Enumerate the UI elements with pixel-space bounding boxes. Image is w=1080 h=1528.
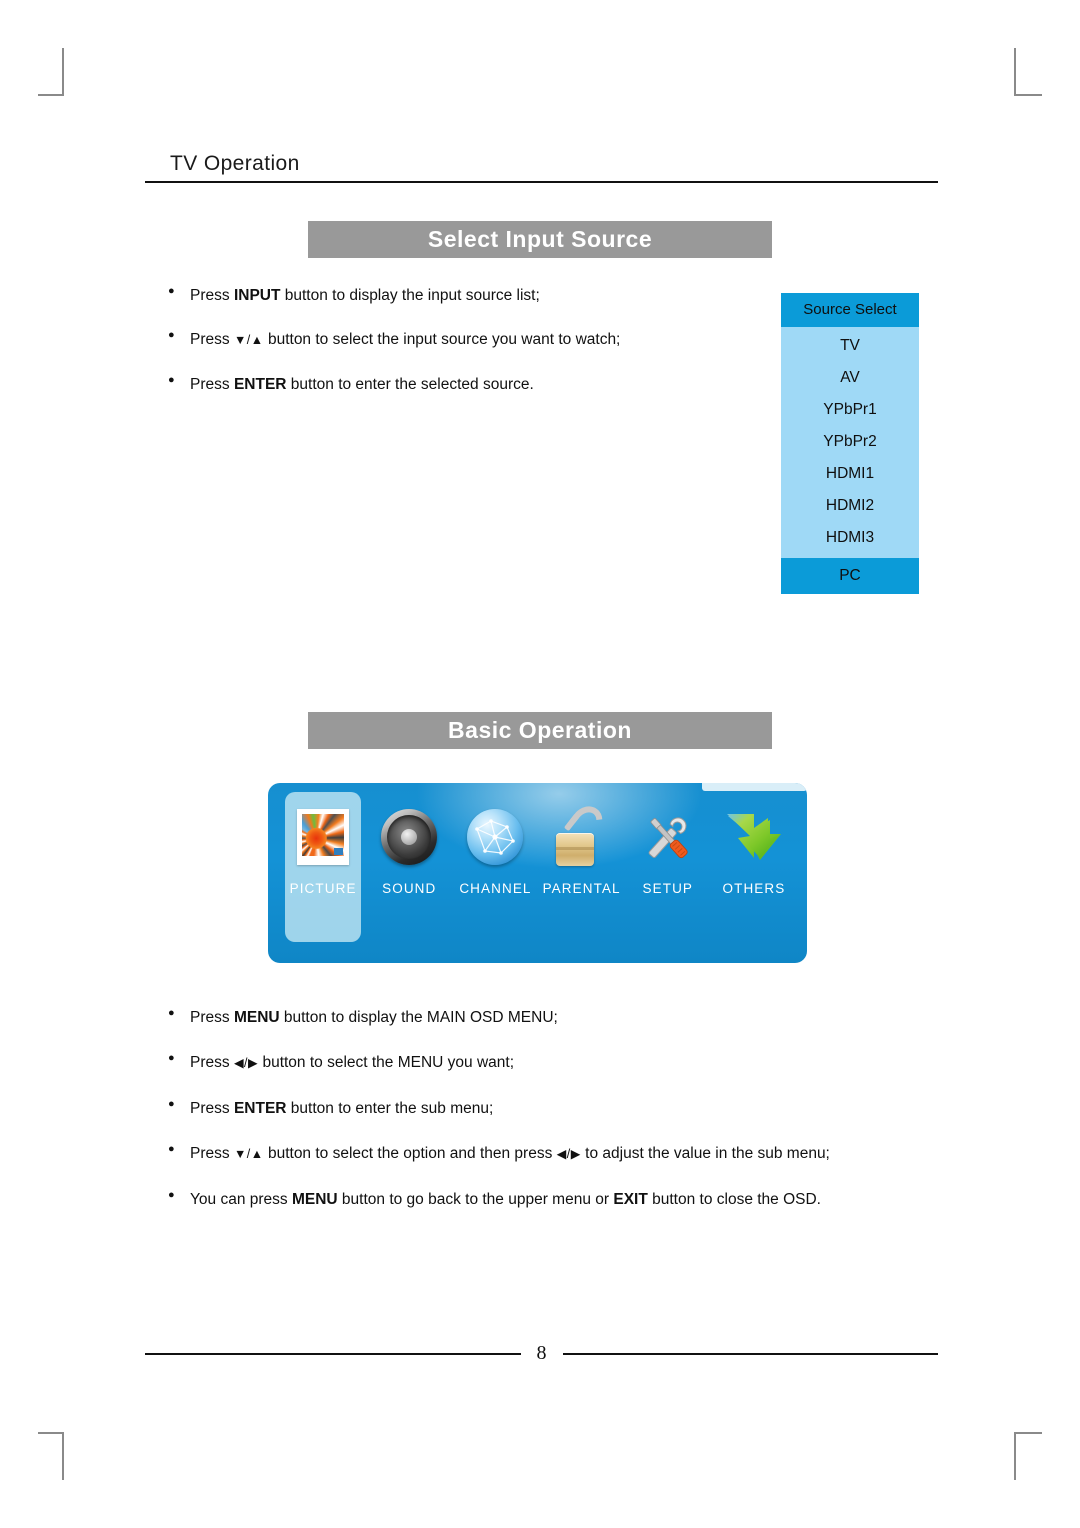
body-text: button to enter the selected source.: [286, 375, 534, 393]
green-arrow-icon: [723, 803, 785, 871]
arrow-glyph: ▼/▲: [233, 333, 264, 348]
osd-menu-item-parental[interactable]: PARENTAL: [539, 795, 625, 896]
emphasis-text: ENTER: [233, 1099, 287, 1117]
osd-menu-item-label: SETUP: [642, 881, 694, 896]
section-bar-select-input-source: Select Input Source: [308, 221, 772, 258]
body-text: You can press: [190, 1190, 292, 1208]
list-item: Press ENTER button to enter the sub menu…: [168, 1098, 868, 1118]
osd-menu-item-label: OTHERS: [722, 881, 786, 896]
source-select-menu[interactable]: Source Select TV AV YPbPr1 YPbPr2 HDMI1 HDMI2…: [781, 293, 919, 594]
source-select-item-tv[interactable]: TV: [781, 330, 919, 362]
footer-rule-right: [562, 1352, 938, 1355]
body-text: Press: [190, 287, 234, 304]
arrow-glyph: ▼/▲: [233, 1147, 264, 1162]
osd-menu-item-sound[interactable]: SOUND: [366, 795, 452, 896]
arrow-glyph: ◀/▶: [556, 1147, 581, 1162]
list-item: Press MENU button to display the MAIN OS…: [168, 1007, 868, 1027]
body-text: button to select the MENU you want;: [258, 1054, 515, 1072]
osd-menu-item-setup[interactable]: SETUP: [625, 795, 711, 896]
page-footer: 8: [145, 1342, 938, 1365]
emphasis-text: MENU: [233, 1009, 280, 1026]
body-text: Press: [190, 1145, 234, 1163]
padlock-open-icon: [551, 799, 613, 871]
list-item: Press ▼/▲ button to select the option an…: [168, 1143, 900, 1163]
body-text: button to select the option and then pre…: [263, 1145, 557, 1163]
body-text: Press: [190, 375, 234, 393]
source-select-item-hdmi2[interactable]: HDMI2: [781, 490, 919, 522]
source-select-items: TV AV YPbPr1 YPbPr2 HDMI1 HDMI2 HDMI3 PC: [781, 327, 919, 594]
wrench-screwdriver-icon: [637, 803, 699, 871]
speaker-icon: [378, 803, 440, 871]
osd-menu-item-label: SOUND: [382, 881, 437, 896]
list-item: Press ▼/▲ button to select the input sou…: [168, 329, 768, 349]
osd-menu-items: PICTURE SOUND CHANNEL PARENTAL SETUP OTHERS: [268, 783, 807, 963]
source-select-item-av[interactable]: AV: [781, 362, 919, 394]
page-header-title: TV Operation: [170, 152, 300, 175]
osd-menu-item-channel[interactable]: CHANNEL: [452, 795, 538, 896]
instruction-list-basic-operation: Press MENU button to display the MAIN OS…: [168, 1007, 868, 1235]
source-select-item-ypbpr2[interactable]: YPbPr2: [781, 426, 919, 458]
picture-thumbnail-icon: [292, 803, 354, 871]
osd-menu-item-label: CHANNEL: [459, 881, 532, 896]
arrow-glyph: ◀/▶: [233, 1056, 259, 1071]
list-item: Press ◀/▶ button to select the MENU you …: [168, 1052, 868, 1072]
list-item: Press ENTER button to enter the selected…: [168, 374, 768, 394]
body-text: button to display the MAIN OSD MENU;: [279, 1009, 558, 1026]
emphasis-text: INPUT: [233, 287, 281, 304]
body-text: button to close the OSD.: [647, 1190, 821, 1208]
footer-rule-left: [145, 1352, 521, 1355]
emphasis-text: EXIT: [613, 1190, 648, 1208]
osd-main-menu-panel: PICTURE SOUND CHANNEL PARENTAL SETUP OTHERS: [268, 783, 807, 963]
page-header: TV Operation: [145, 152, 938, 183]
body-text: Press: [190, 1009, 234, 1026]
emphasis-text: ENTER: [233, 375, 287, 393]
source-select-title: Source Select: [781, 293, 919, 327]
instruction-list-select-input-source: Press INPUT button to display the input …: [168, 285, 768, 419]
list-item: You can press MENU button to go back to …: [168, 1188, 868, 1209]
source-select-item-hdmi3[interactable]: HDMI3: [781, 522, 919, 554]
emphasis-text: MENU: [291, 1190, 338, 1208]
source-select-item-pc[interactable]: PC: [781, 558, 919, 594]
globe-network-icon: [464, 803, 526, 871]
page-header-rule: [145, 181, 938, 183]
osd-menu-item-label: PARENTAL: [542, 881, 621, 896]
body-text: button to display the input source list;: [280, 287, 540, 304]
source-select-item-hdmi1[interactable]: HDMI1: [781, 458, 919, 490]
list-item: Press INPUT button to display the input …: [168, 285, 768, 305]
body-text: Press: [190, 331, 234, 349]
page-number: 8: [536, 1342, 547, 1364]
section-bar-basic-operation: Basic Operation: [308, 712, 772, 749]
source-select-item-ypbpr1[interactable]: YPbPr1: [781, 394, 919, 426]
body-text: Press: [190, 1099, 234, 1117]
body-text: button to enter the sub menu;: [286, 1099, 494, 1117]
body-text: button to select the input source you wa…: [263, 331, 621, 349]
osd-menu-item-others[interactable]: OTHERS: [711, 795, 797, 896]
osd-menu-item-label: PICTURE: [289, 881, 357, 896]
osd-menu-item-picture[interactable]: PICTURE: [280, 795, 366, 896]
body-text: button to go back to the upper menu or: [337, 1190, 614, 1208]
body-text: to adjust the value in the sub menu;: [580, 1145, 830, 1163]
body-text: Press: [190, 1054, 234, 1072]
